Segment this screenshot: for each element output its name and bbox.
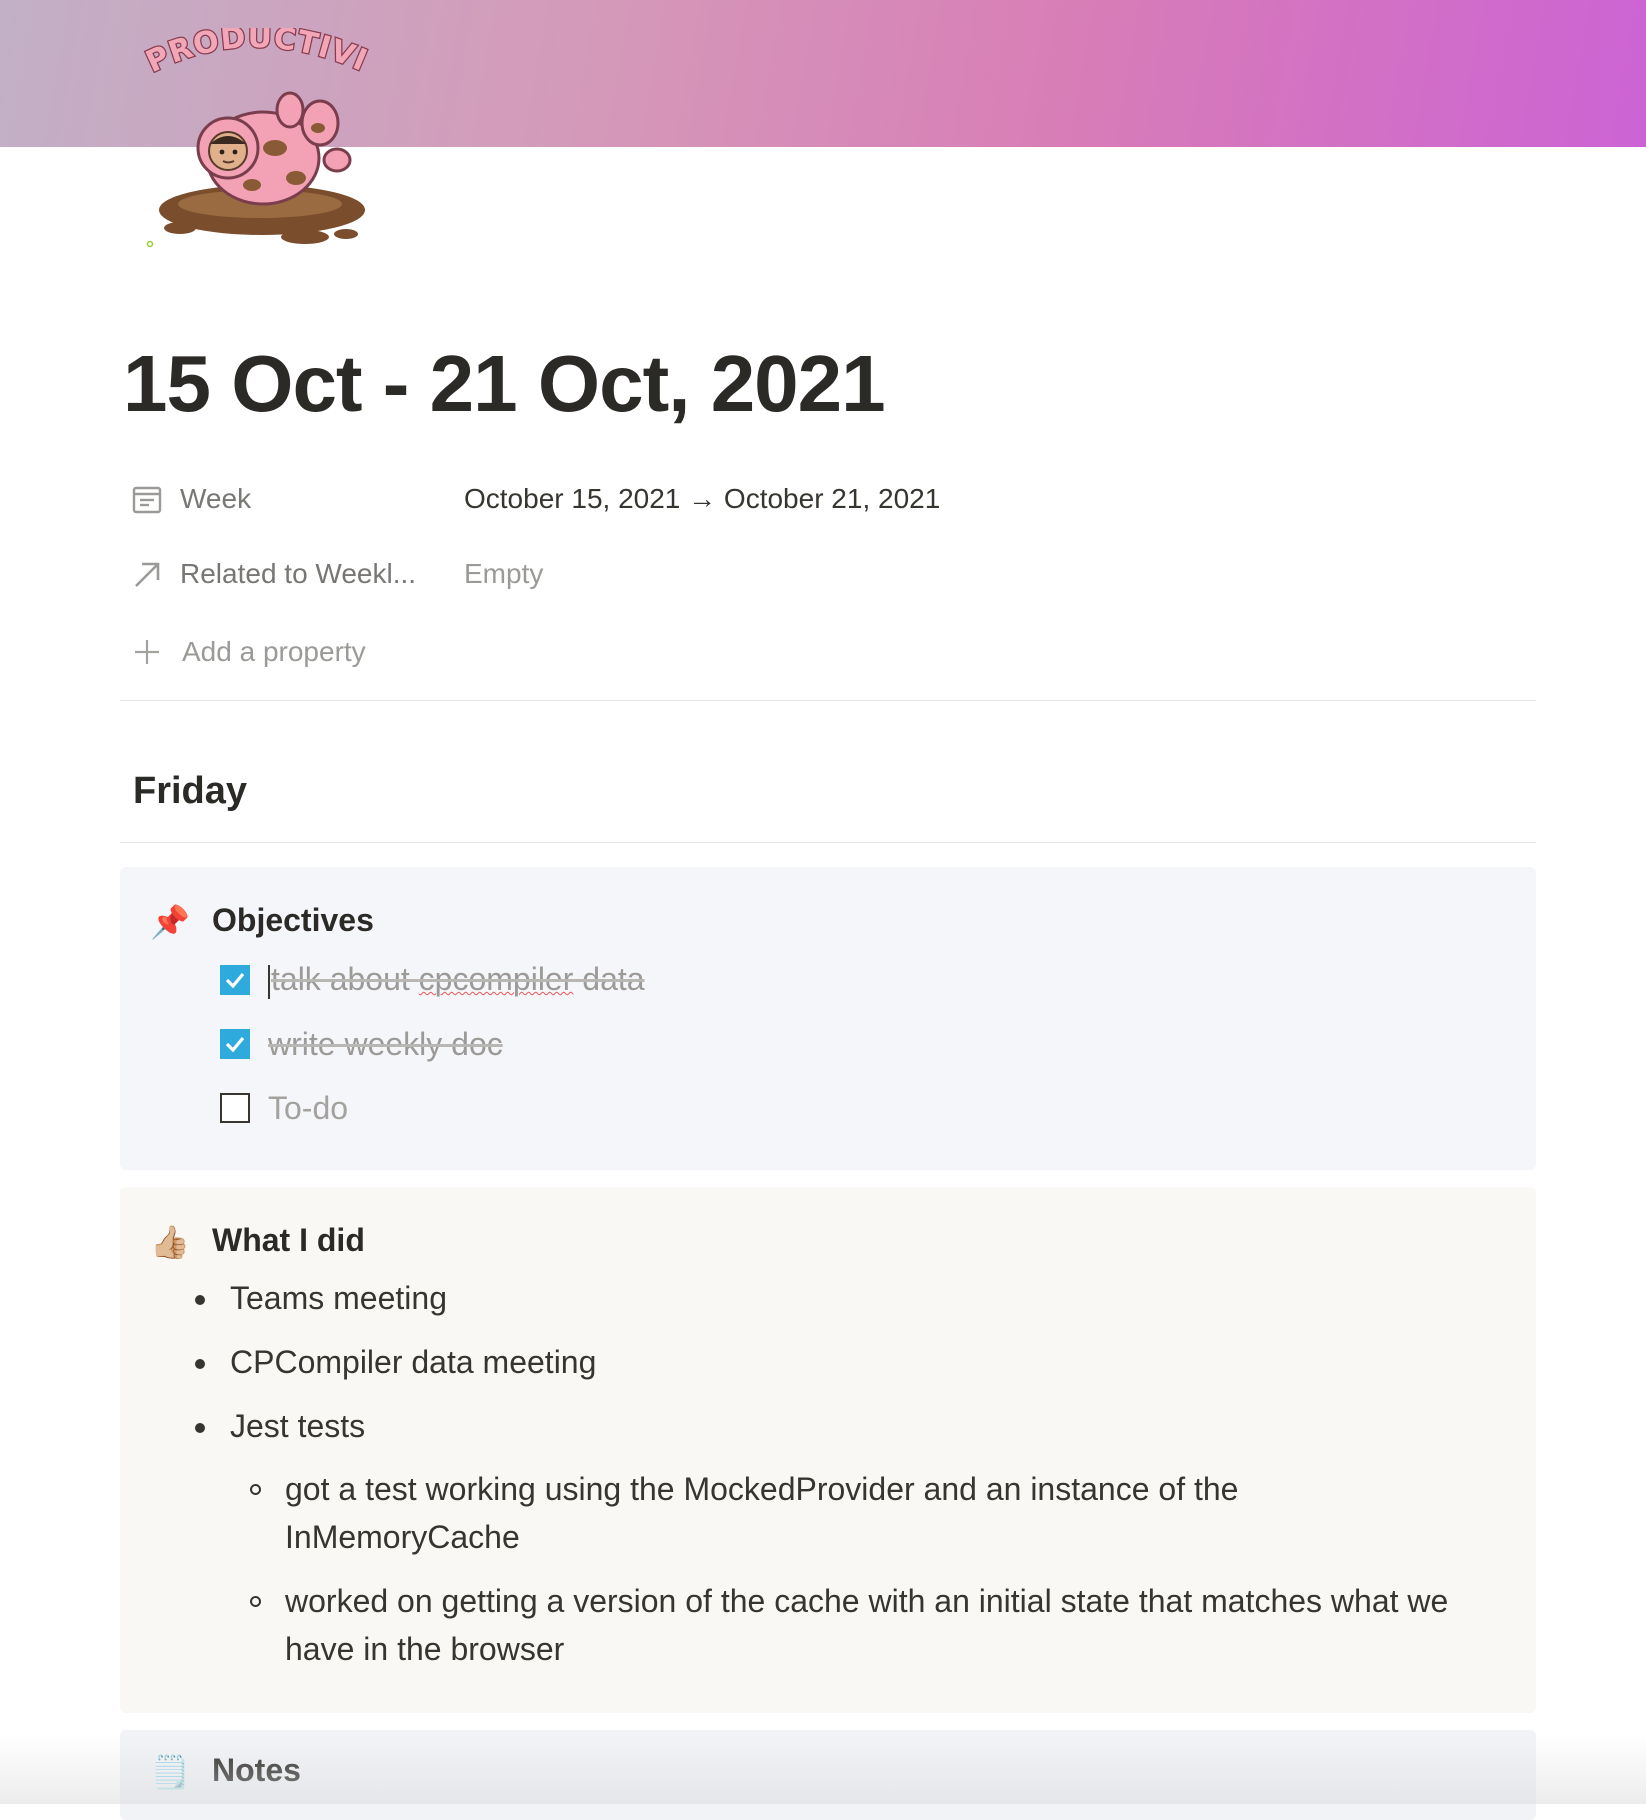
- pushpin-icon[interactable]: 📌: [150, 902, 190, 942]
- text-caret: [268, 964, 270, 999]
- property-name-related[interactable]: Related to Weekl...: [180, 558, 416, 590]
- property-value-week[interactable]: October 15, 2021 → October 21, 2021: [464, 483, 940, 515]
- todo-item-empty[interactable]: To-do: [220, 1085, 348, 1131]
- todo-item[interactable]: write weekly doc: [220, 1021, 503, 1067]
- productivity-pig-sticker-icon: PRODUCTIVITY: [126, 0, 373, 248]
- sub-list-item[interactable]: got a test working using the MockedProvi…: [250, 1465, 1475, 1561]
- todo-text-part: data: [573, 961, 645, 998]
- todo-text-part: talk about: [271, 961, 419, 998]
- add-property-label: Add a property: [182, 636, 366, 667]
- spellcheck-word[interactable]: cpcompiler: [419, 961, 574, 997]
- day-heading[interactable]: Friday: [133, 770, 247, 813]
- list-item[interactable]: Jest tests: [194, 1408, 365, 1445]
- todo-text[interactable]: write weekly doc: [268, 1026, 503, 1063]
- property-name-week[interactable]: Week: [180, 483, 251, 515]
- calendar-icon: [130, 482, 164, 516]
- plus-icon: [130, 635, 164, 669]
- properties-divider: [120, 700, 1536, 701]
- thumbs-up-icon[interactable]: 👍🏼: [150, 1222, 190, 1262]
- todo-item[interactable]: talk about cpcompiler data: [220, 957, 645, 1003]
- notepad-icon[interactable]: 🗒️: [150, 1752, 190, 1792]
- svg-text:PRODUCTIVITY: PRODUCTIVITY: [140, 28, 373, 80]
- sub-list-item[interactable]: worked on getting a version of the cache…: [250, 1577, 1475, 1673]
- checkmark-icon: [225, 972, 245, 989]
- checkmark-icon: [225, 1036, 245, 1053]
- todo-placeholder[interactable]: To-do: [268, 1090, 348, 1127]
- todo-checkbox[interactable]: [220, 1029, 250, 1059]
- todo-checkbox[interactable]: [220, 965, 250, 995]
- todo-text[interactable]: talk about cpcompiler data: [268, 961, 645, 999]
- page-title[interactable]: 15 Oct - 21 Oct, 2021: [123, 338, 886, 430]
- notes-title[interactable]: Notes: [212, 1752, 301, 1789]
- what-i-did-title[interactable]: What I did: [212, 1222, 365, 1259]
- todo-checkbox[interactable]: [220, 1093, 250, 1123]
- property-value-related[interactable]: Empty: [464, 558, 543, 590]
- what-i-did-callout[interactable]: 👍🏼 What I did Teams meeting CPCompiler d…: [120, 1187, 1536, 1713]
- property-row-related[interactable]: Related to Weekl... Empty: [130, 554, 543, 594]
- page-icon[interactable]: PRODUCTIVITY: [126, 0, 390, 253]
- list-item[interactable]: CPCompiler data meeting: [194, 1344, 596, 1381]
- relation-arrow-icon: [130, 557, 164, 591]
- notes-callout[interactable]: 🗒️ Notes: [120, 1730, 1536, 1820]
- property-row-week[interactable]: Week October 15, 2021 → October 21, 2021: [130, 479, 940, 519]
- heading-divider: [120, 842, 1536, 843]
- objectives-title[interactable]: Objectives: [212, 902, 374, 939]
- objectives-callout[interactable]: 📌 Objectives talk about cpcompiler data …: [120, 867, 1536, 1170]
- list-item[interactable]: Teams meeting: [195, 1280, 447, 1317]
- add-property-button[interactable]: Add a property: [130, 632, 366, 672]
